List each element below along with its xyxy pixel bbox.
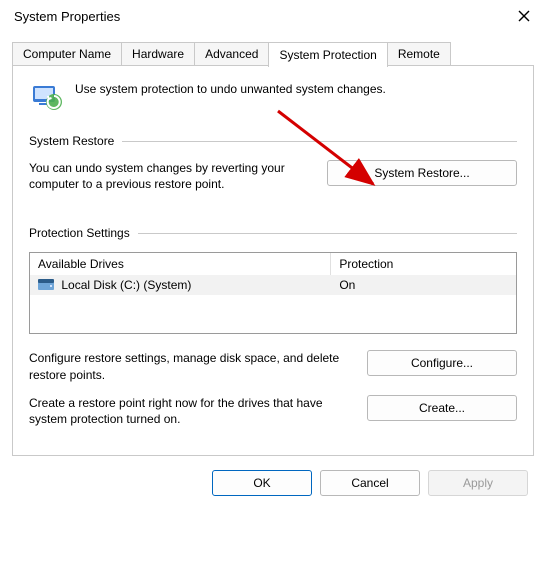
close-button[interactable]: [514, 6, 534, 26]
configure-row: Configure restore settings, manage disk …: [29, 350, 517, 382]
titlebar: System Properties: [0, 0, 546, 32]
apply-button: Apply: [428, 470, 528, 496]
tab-system-protection[interactable]: System Protection: [268, 42, 387, 67]
system-restore-row: You can undo system changes by reverting…: [29, 160, 517, 192]
system-restore-desc: You can undo system changes by reverting…: [29, 160, 311, 192]
intro-text: Use system protection to undo unwanted s…: [75, 80, 386, 96]
ok-button[interactable]: OK: [212, 470, 312, 496]
tab-advanced[interactable]: Advanced: [194, 42, 269, 66]
section-header-system-restore: System Restore: [29, 134, 517, 148]
section-rule: [122, 141, 517, 142]
tab-strip: Computer Name Hardware Advanced System P…: [12, 42, 534, 66]
create-row: Create a restore point right now for the…: [29, 395, 517, 427]
drive-cell: Local Disk (C:) (System): [30, 275, 331, 295]
system-restore-button[interactable]: System Restore...: [327, 160, 517, 186]
window-title: System Properties: [14, 9, 120, 24]
tab-computer-name[interactable]: Computer Name: [12, 42, 122, 66]
drive-icon: [38, 279, 54, 291]
protection-cell: On: [331, 275, 516, 295]
section-rule: [138, 233, 517, 234]
table-row[interactable]: Local Disk (C:) (System) On: [30, 275, 516, 295]
tab-hardware[interactable]: Hardware: [121, 42, 195, 66]
drives-table-header: Available Drives Protection: [30, 253, 516, 275]
close-icon: [518, 10, 530, 22]
column-header-drive[interactable]: Available Drives: [30, 253, 331, 275]
tab-remote[interactable]: Remote: [387, 42, 451, 66]
column-header-protection[interactable]: Protection: [331, 253, 516, 275]
create-button[interactable]: Create...: [367, 395, 517, 421]
configure-button[interactable]: Configure...: [367, 350, 517, 376]
drive-label: Local Disk (C:) (System): [61, 278, 191, 292]
create-desc: Create a restore point right now for the…: [29, 395, 351, 427]
section-label: System Restore: [29, 134, 114, 148]
cancel-button[interactable]: Cancel: [320, 470, 420, 496]
drives-table-body: Local Disk (C:) (System) On: [30, 275, 516, 333]
dialog-button-row: OK Cancel Apply: [0, 456, 546, 510]
system-protection-icon: [29, 80, 63, 114]
tab-panel-system-protection: Use system protection to undo unwanted s…: [12, 65, 534, 456]
section-label: Protection Settings: [29, 226, 130, 240]
intro-row: Use system protection to undo unwanted s…: [29, 80, 517, 114]
section-header-protection-settings: Protection Settings: [29, 226, 517, 240]
drives-table: Available Drives Protection Local Disk (…: [29, 252, 517, 334]
configure-desc: Configure restore settings, manage disk …: [29, 350, 351, 382]
